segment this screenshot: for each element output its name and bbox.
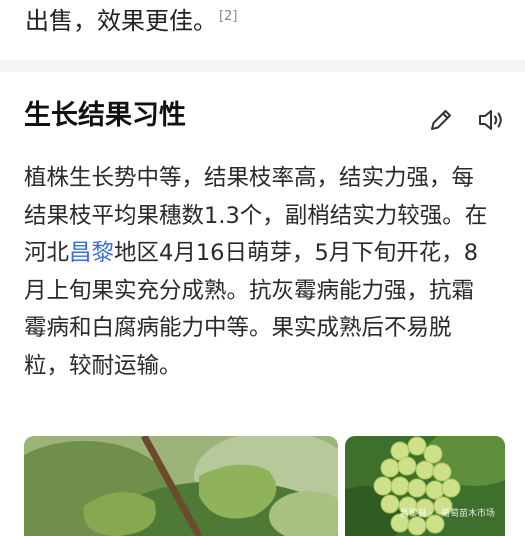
body-line: 结果枝平均果穗数1.3个，副梢结实力较强。在 (24, 198, 504, 236)
previous-section-sentence: 出售，效果更佳。 (25, 7, 217, 35)
previous-section-tail: 出售，效果更佳。 [2] (0, 0, 525, 60)
body-text-segment: 植株生长势中等，结果枝率高，结实力强，每 (24, 165, 475, 191)
growth-section: 生长结果习性 植株生长势中等，结果枝率高，结实力强，每 结果枝平均果穗数1.3个… (0, 72, 525, 536)
body-text-segment: 霉病和白腐病能力中等。果实成熟后不易脱 (24, 315, 452, 341)
grape-vine-photo[interactable] (24, 436, 338, 536)
section-body: 植株生长势中等，结果枝率高，结实力强，每 结果枝平均果穗数1.3个，副梢结实力较… (24, 160, 504, 385)
photo-watermark: 昌黎县 · · 葡萄苗木市场 (399, 509, 495, 519)
section-divider (0, 60, 525, 72)
read-aloud-button[interactable] (476, 105, 506, 135)
body-text-segment: 地区4月16日萌芽，5月下旬开花，8 (114, 240, 479, 266)
body-line: 霉病和白腐病能力中等。果实成熟后不易脱 (24, 310, 504, 348)
body-line: 植株生长势中等，结果枝率高，结实力强，每 (24, 160, 504, 198)
section-title: 生长结果习性 (24, 100, 186, 131)
speaker-icon (479, 110, 502, 130)
body-text-segment: 河北 (24, 240, 70, 266)
body-text-segment: 粒，较耐运输。 (24, 352, 182, 379)
reference-link[interactable]: [2] (219, 9, 237, 24)
grape-cluster-photo[interactable]: 昌黎县 · · 葡萄苗木市场 (345, 436, 505, 536)
body-line: 粒，较耐运输。 (24, 348, 504, 386)
edit-button[interactable] (426, 105, 456, 135)
body-text-segment: 月上旬果实充分成熟。抗灰霉病能力强，抗霜 (24, 277, 475, 304)
pencil-icon (431, 110, 451, 130)
changli-link[interactable]: 昌黎 (69, 240, 114, 266)
body-line: 河北昌黎地区4月16日萌芽，5月下旬开花，8 (24, 235, 504, 273)
body-text-segment: 结果枝平均果穗数1.3个，副梢结实力较强。在 (24, 202, 488, 229)
grape-cluster-image (345, 436, 505, 536)
body-line: 月上旬果实充分成熟。抗灰霉病能力强，抗霜 (24, 273, 504, 311)
previous-section-text: 出售，效果更佳。 [2] (25, 0, 237, 38)
grape-vine-image (24, 436, 338, 536)
